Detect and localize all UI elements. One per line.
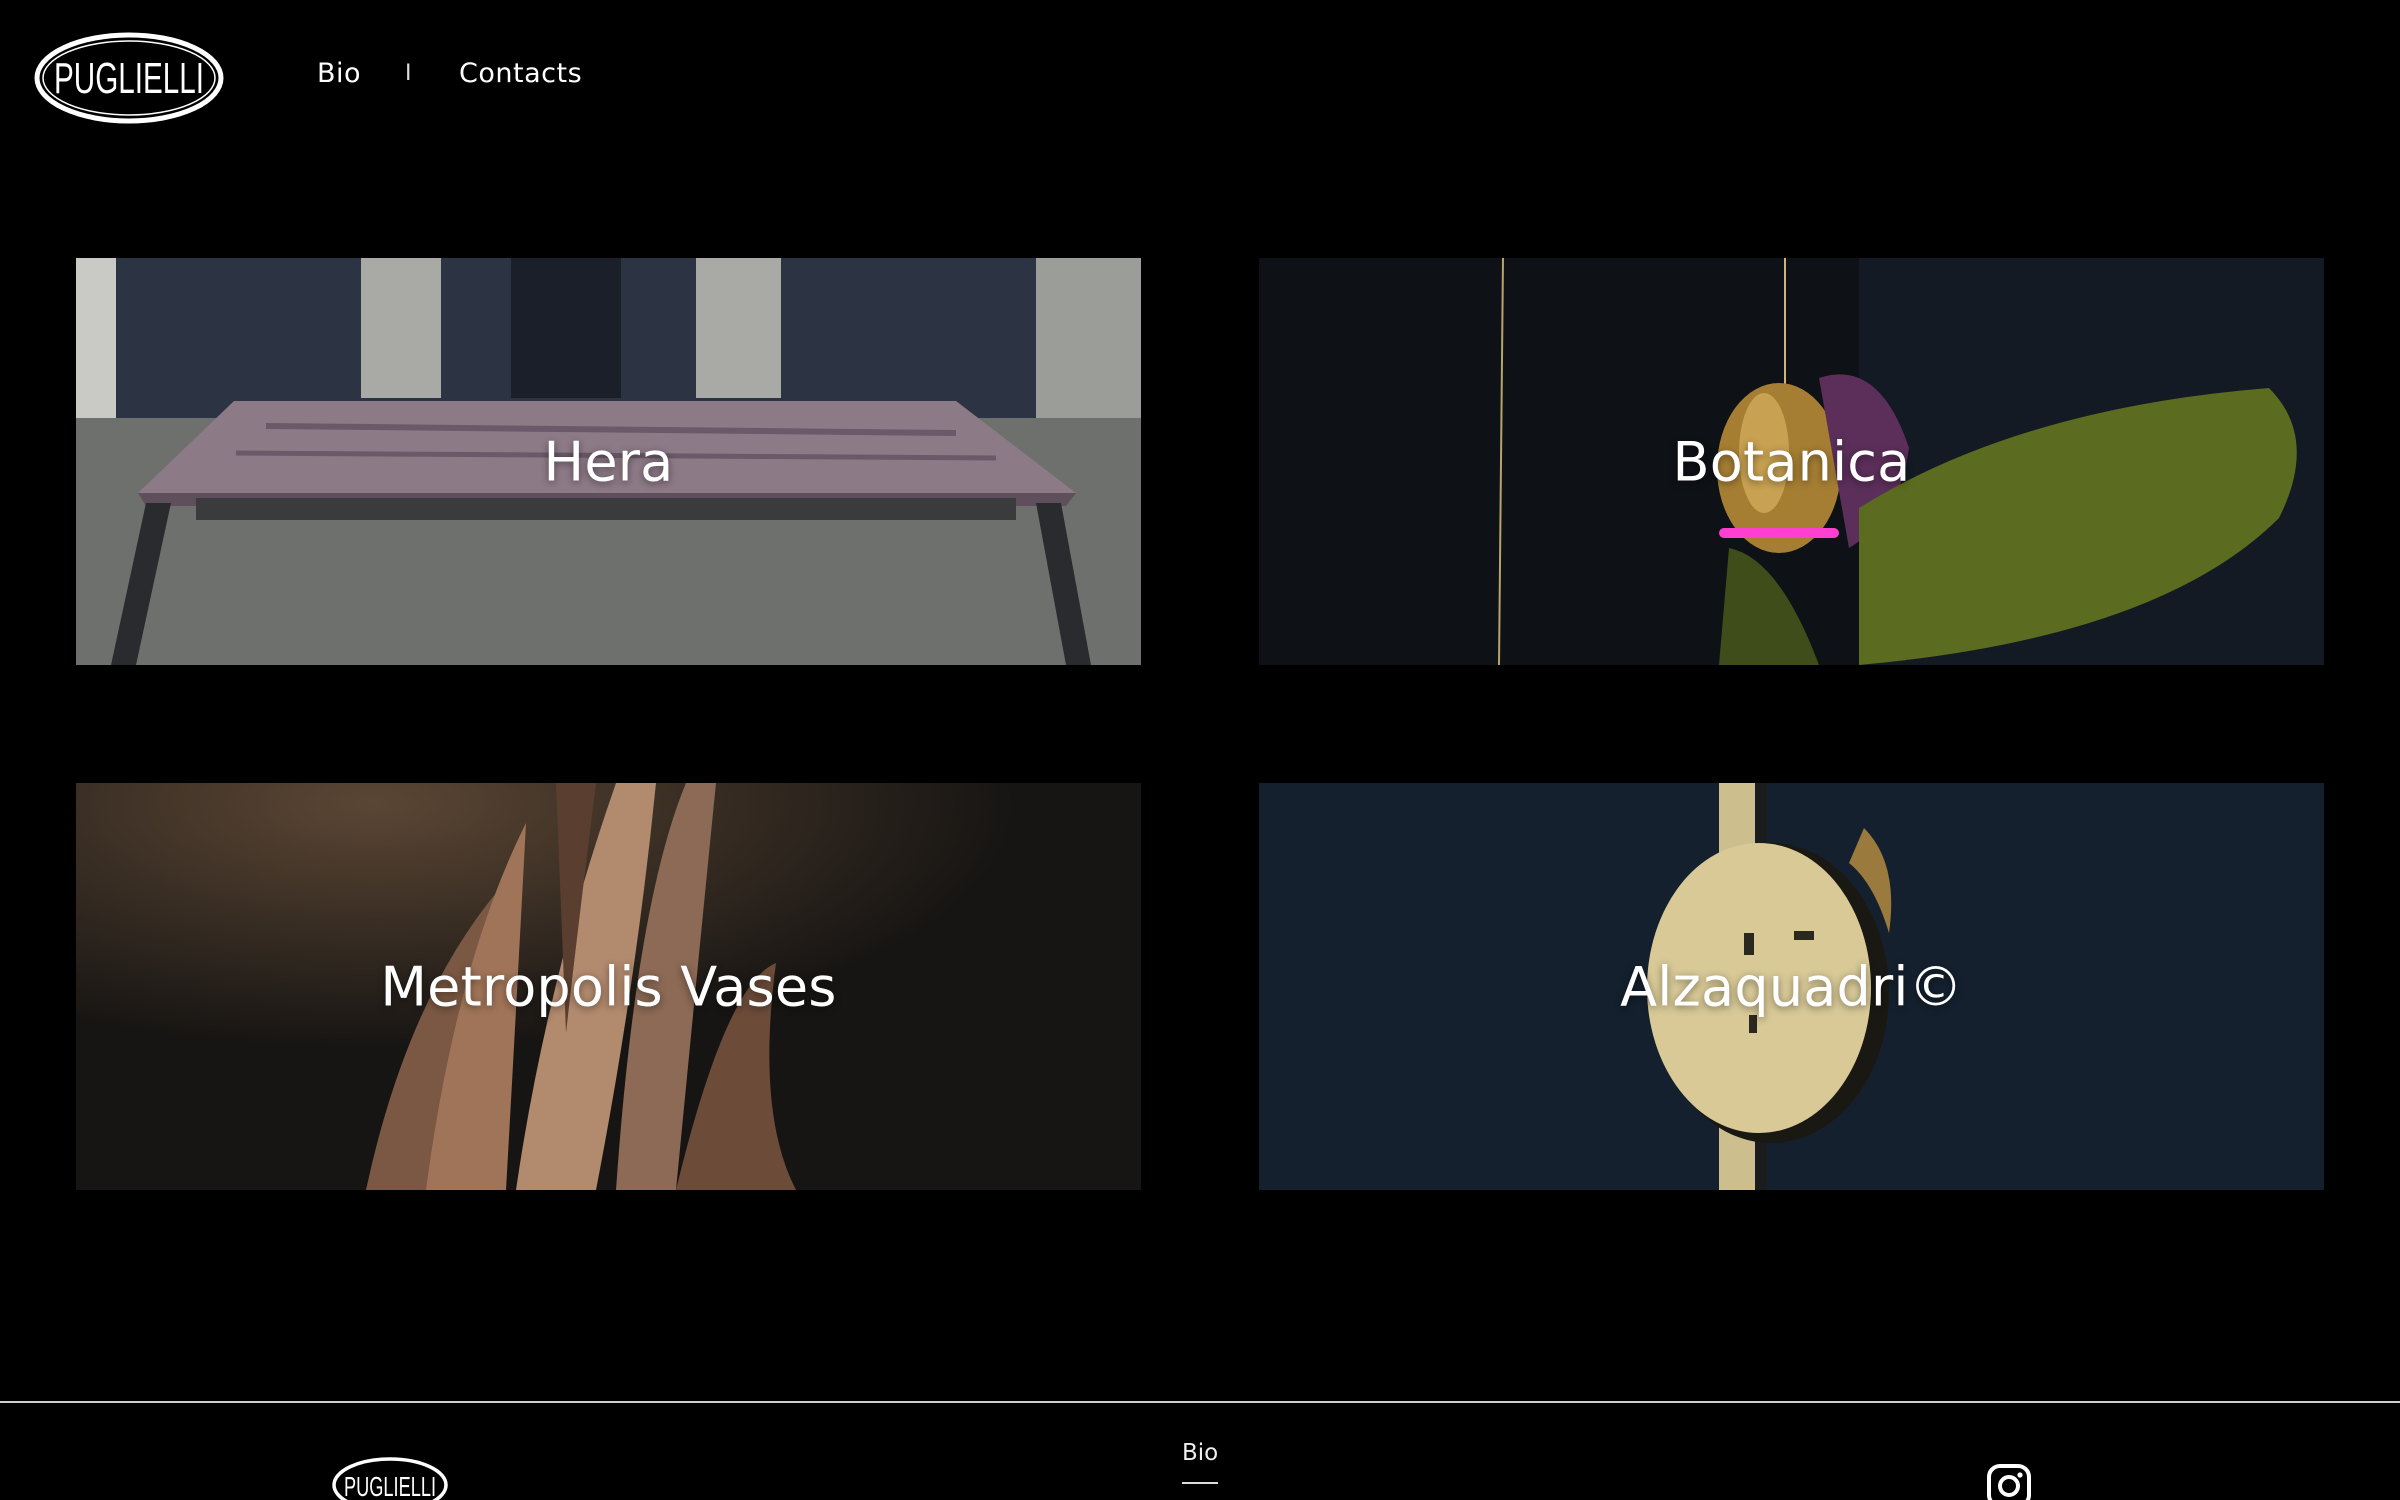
nav-contacts-link[interactable]: Contacts xyxy=(459,58,582,89)
site-header: PUGLIELLI Bio I Contacts xyxy=(0,0,2400,160)
logo-text: PUGLIELLI xyxy=(54,54,204,103)
instagram-icon[interactable] xyxy=(1986,1463,2032,1500)
project-card-metropolis-vases[interactable]: Metropolis Vases xyxy=(76,783,1141,1190)
project-title: Hera xyxy=(543,430,674,493)
nav-bio-link[interactable]: Bio xyxy=(317,58,361,89)
footer-bio-underline xyxy=(1182,1482,1218,1484)
project-title: Alzaquadri© xyxy=(1620,955,1963,1018)
brand-logo[interactable]: PUGLIELLI xyxy=(33,31,225,125)
project-card-botanica[interactable]: Botanica xyxy=(1259,258,2324,665)
footer-brand-logo[interactable]: PUGLIELLI xyxy=(331,1456,449,1500)
main-nav: Bio I Contacts xyxy=(317,58,582,89)
project-title: Metropolis Vases xyxy=(380,955,837,1018)
project-card-alzaquadri[interactable]: Alzaquadri© xyxy=(1259,783,2324,1190)
project-title: Botanica xyxy=(1672,430,1911,493)
footer-bio-link[interactable]: Bio xyxy=(1182,1440,1218,1466)
footer-divider xyxy=(0,1401,2400,1403)
project-card-hera[interactable]: Hera xyxy=(76,258,1141,665)
footer-logo-text: PUGLIELLI xyxy=(344,1471,436,1500)
nav-separator: I xyxy=(405,61,413,86)
